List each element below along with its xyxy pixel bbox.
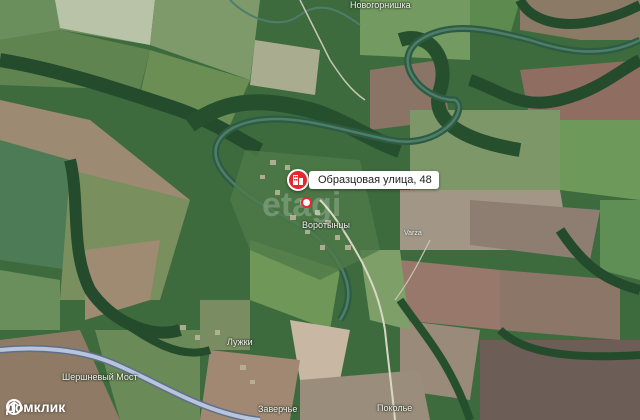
place-label-luzhki: Лужки (227, 337, 253, 347)
domclick-logo-icon (6, 399, 22, 415)
pin-point-icon (301, 197, 312, 208)
domclick-logo[interactable]: домклик (6, 399, 65, 415)
road-label-varza: Varza (404, 230, 422, 237)
location-marker[interactable] (287, 169, 309, 191)
place-label-zaverchye: Заверчье (258, 404, 298, 414)
place-label-novogornishka: Новогорнишка (350, 0, 411, 10)
place-label-pokolye: Поколье (377, 403, 413, 413)
marker-address-label[interactable]: Образцовая улица, 48 (309, 171, 439, 189)
map-view[interactable]: Воротынцы Лужки Шершневый Мост Заверчье … (0, 0, 640, 420)
place-label-shershny-most: Шершневый Мост (62, 372, 138, 382)
building-icon (293, 175, 303, 185)
